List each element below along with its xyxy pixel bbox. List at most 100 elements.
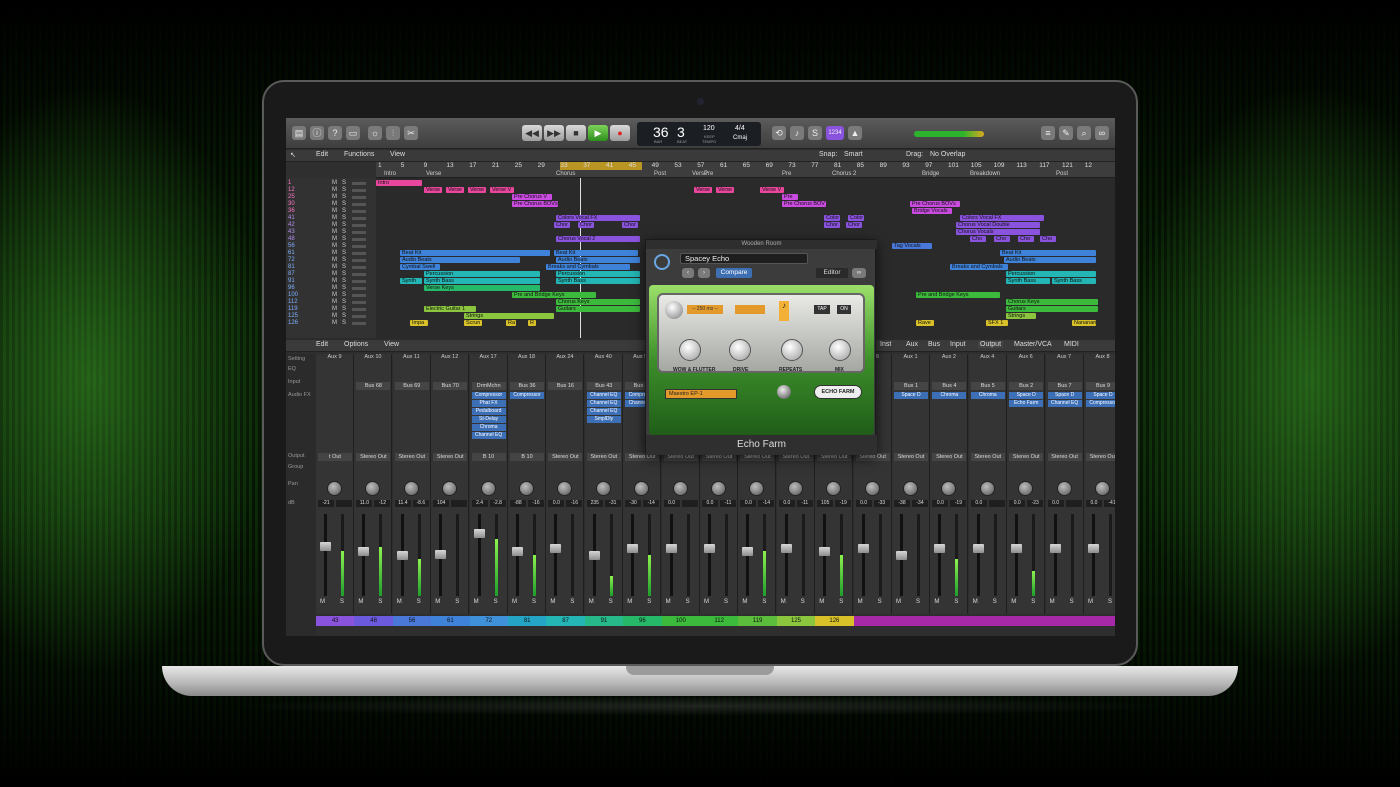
solo-button[interactable]: S: [342, 250, 346, 256]
region[interactable]: Audio Beats: [400, 257, 520, 263]
audio-fx-slot[interactable]: Channel EQ: [586, 408, 621, 415]
audio-fx-slot[interactable]: St-Delay: [471, 416, 506, 423]
fader-cap[interactable]: [396, 551, 408, 560]
pan-knob[interactable]: [941, 481, 957, 496]
output-gain-knob[interactable]: [777, 385, 791, 399]
region[interactable]: Rave: [916, 320, 934, 326]
audio-fx-slot[interactable]: Space D: [894, 392, 928, 399]
audio-fx-slot[interactable]: Channel EQ: [1047, 400, 1082, 407]
mixer-tab[interactable]: Bus: [926, 341, 942, 348]
solo-button[interactable]: S: [342, 271, 346, 277]
channel-strip[interactable]: Aux 2 Bus 4 Chroma Stereo Out 0.0 -19 M S: [930, 354, 969, 614]
region[interactable]: Scrun: [464, 320, 482, 326]
mixer-tab[interactable]: Master/VCA: [1012, 341, 1054, 348]
output-slot[interactable]: B 10: [471, 453, 506, 461]
marker-label[interactable]: Verse: [692, 171, 707, 177]
marker-label[interactable]: Post: [1056, 171, 1068, 177]
mute-button[interactable]: M: [332, 236, 337, 242]
fader-cap[interactable]: [627, 543, 639, 553]
output-slot[interactable]: Stereo Out: [586, 453, 621, 461]
region[interactable]: Chorus Keys: [1006, 299, 1098, 305]
solo-button[interactable]: S: [342, 243, 346, 249]
mute-button[interactable]: M: [934, 599, 939, 605]
on-button[interactable]: ON: [837, 305, 851, 314]
view-menu[interactable]: View: [390, 151, 405, 158]
track-volume-bar[interactable]: [352, 203, 366, 206]
marker-label[interactable]: Chorus: [556, 171, 575, 177]
mute-button[interactable]: M: [332, 243, 337, 249]
mute-button[interactable]: M: [589, 599, 594, 605]
repeats-knob[interactable]: [781, 339, 803, 361]
region[interactable]: Cho: [994, 236, 1010, 242]
track-header[interactable]: 87 M S: [286, 271, 376, 278]
solo-button[interactable]: S: [342, 222, 346, 228]
audio-fx-slot[interactable]: Channel EQ: [586, 392, 621, 399]
pan-knob[interactable]: [634, 481, 650, 496]
note-value-icon[interactable]: ♪: [779, 301, 789, 321]
input-slot[interactable]: Bus 69: [394, 382, 429, 390]
fader-track[interactable]: [324, 514, 327, 596]
marker-label[interactable]: Verse: [426, 171, 441, 177]
fader-track[interactable]: [477, 514, 481, 596]
channel-strip[interactable]: Aux 10 Bus 68 Stereo Out 11.0 -12 M S: [354, 354, 393, 614]
pan-knob[interactable]: [1018, 481, 1034, 496]
region[interactable]: Chor: [578, 222, 594, 228]
audio-fx-slot[interactable]: Phat FX: [471, 400, 506, 407]
track-header[interactable]: 48 M S: [286, 236, 376, 243]
audio-fx-slot[interactable]: Channel EQ: [586, 400, 621, 407]
mixer-edit-menu[interactable]: Edit: [316, 341, 328, 348]
mute-button[interactable]: M: [332, 299, 337, 305]
pan-knob[interactable]: [519, 481, 534, 496]
mute-button[interactable]: M: [332, 306, 337, 312]
mute-button[interactable]: M: [435, 599, 440, 605]
channel-strip[interactable]: Aux 6 Bus 2 Space D Echo Farm Stereo Out 0.0-…: [1007, 354, 1046, 614]
region[interactable]: Chorus Vocals: [956, 229, 1040, 235]
solo-button[interactable]: S: [724, 599, 728, 605]
track-volume-bar[interactable]: [352, 252, 366, 255]
mute-button[interactable]: M: [332, 320, 337, 326]
region[interactable]: Synth Bass: [1052, 278, 1096, 284]
solo-button[interactable]: S: [342, 320, 346, 326]
channel-strip[interactable]: Aux 40 Bus 43 Channel EQ Channel EQ Channel …: [584, 354, 623, 614]
solo-button[interactable]: S: [532, 599, 536, 605]
tempo-display-box[interactable]: [735, 305, 765, 314]
track-volume-bar[interactable]: [352, 280, 366, 283]
mixer-tab[interactable]: Inst: [878, 341, 893, 348]
region[interactable]: Verse V: [760, 187, 784, 193]
mute-button[interactable]: M: [332, 215, 337, 221]
output-slot[interactable]: Stereo Out: [932, 453, 967, 461]
track-volume-bar[interactable]: [352, 266, 366, 269]
fader-cap[interactable]: [1049, 543, 1061, 553]
channel-strip[interactable]: Aux 12 Bus 70 Stereo Out 104 M S: [431, 354, 470, 614]
track-volume-bar[interactable]: [352, 217, 366, 220]
delay-time-knob[interactable]: [665, 301, 683, 319]
mute-button[interactable]: M: [332, 208, 337, 214]
solo-button[interactable]: S: [342, 278, 346, 284]
editors-icon[interactable]: ✂: [404, 126, 418, 140]
track-header[interactable]: 112 M S: [286, 299, 376, 306]
solo-button[interactable]: S: [839, 599, 843, 605]
track-header[interactable]: 100 M S: [286, 292, 376, 299]
region[interactable]: Chor: [824, 222, 840, 228]
channel-strip[interactable]: Aux 9 t Out -21 M S: [316, 354, 354, 614]
forward-button[interactable]: ▶▶: [544, 125, 564, 141]
track-header[interactable]: 43 M S: [286, 229, 376, 236]
track-volume-bar[interactable]: [352, 210, 366, 213]
mixer-tab[interactable]: MIDI: [1062, 341, 1081, 348]
mute-button[interactable]: M: [666, 599, 671, 605]
track-volume-bar[interactable]: [352, 231, 366, 234]
fader-cap[interactable]: [320, 542, 331, 552]
region[interactable]: Guitars: [1006, 306, 1098, 312]
region[interactable]: Colors Vocal FX: [556, 215, 640, 221]
stop-button[interactable]: ■: [566, 125, 586, 141]
region[interactable]: Verse: [694, 187, 712, 193]
pan-knob[interactable]: [672, 481, 688, 496]
solo-button[interactable]: S: [1108, 599, 1112, 605]
channel-strip[interactable]: Aux 1 Bus 1 Space D Stereo Out -38 -34 M S: [892, 354, 930, 614]
output-slot[interactable]: Stereo Out: [394, 453, 429, 461]
power-icon[interactable]: [654, 254, 670, 270]
region[interactable]: R: [528, 320, 536, 326]
region[interactable]: Cymbal Swell: [400, 264, 440, 270]
region[interactable]: Pre Chorus V: [512, 194, 552, 200]
fader-cap[interactable]: [934, 543, 946, 553]
